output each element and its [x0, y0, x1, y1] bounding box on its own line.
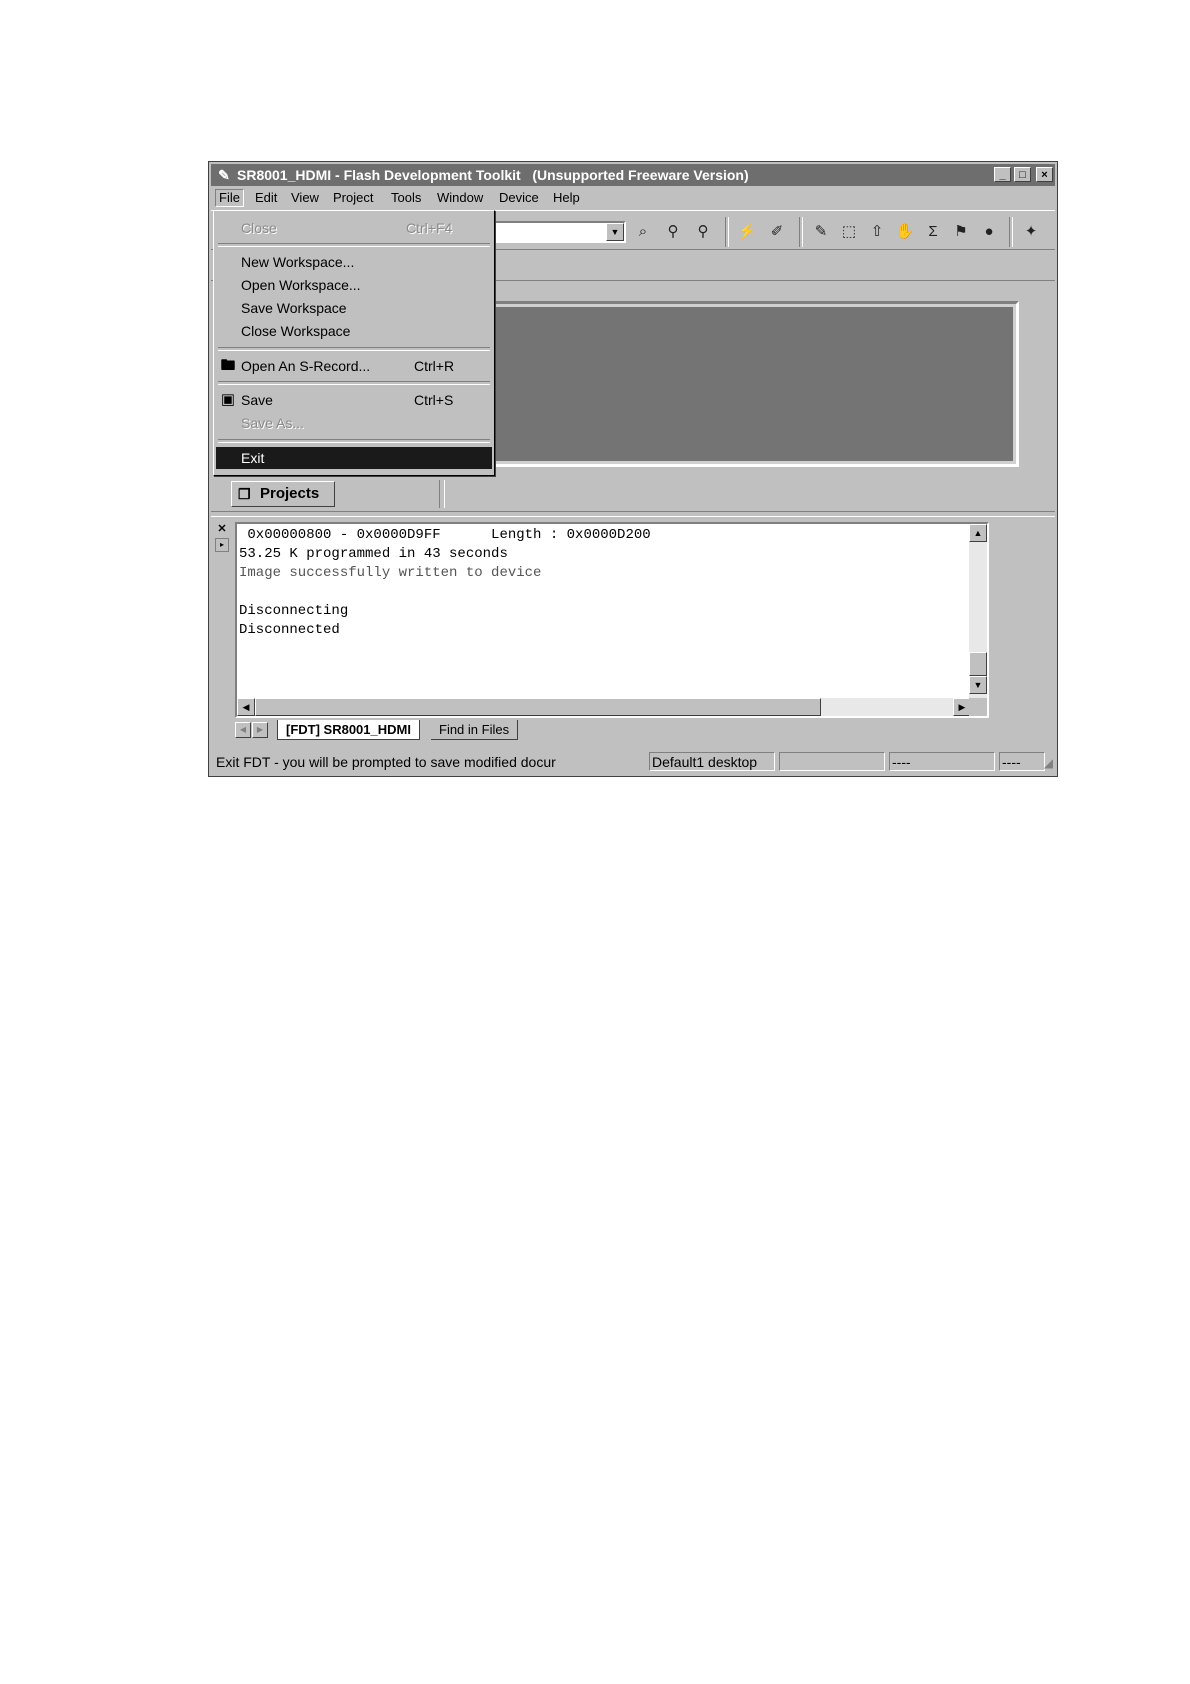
menu-item-open-workspace[interactable]: Open Workspace...: [216, 274, 492, 296]
mdi-background: [447, 307, 1013, 461]
menu-item-exit[interactable]: Exit: [216, 447, 492, 469]
menu-item-label: New Workspace...: [241, 254, 355, 270]
menu-item-label: Close: [241, 220, 277, 236]
menu-file[interactable]: File: [215, 189, 244, 207]
app-icon[interactable]: ✎: [215, 166, 233, 184]
menu-item-label: Save: [241, 392, 273, 408]
menu-window[interactable]: Window: [437, 190, 483, 206]
menu-help[interactable]: Help: [553, 190, 580, 206]
horizontal-scroll-thumb[interactable]: [255, 698, 821, 716]
tab-fdt-sr8001-hdmi[interactable]: [FDT] SR8001_HDMI: [277, 720, 420, 740]
scroll-down-icon[interactable]: ▼: [969, 676, 987, 694]
menu-item-label: Save Workspace: [241, 300, 347, 316]
output-panel: ✕ ▸ 0x00000800 - 0x0000D9FF Length : 0x0…: [211, 522, 1055, 748]
output-line: Image successfully written to device: [239, 565, 542, 581]
tab-scroll-left-icon[interactable]: ◀: [235, 722, 251, 738]
status-desktop: Default1 desktop: [649, 752, 775, 771]
connect-icon[interactable]: ⚡: [735, 221, 759, 243]
menu-item-shortcut: Ctrl+S: [414, 392, 454, 408]
device-combo[interactable]: ▼: [491, 221, 626, 243]
menu-item-label: Exit: [241, 450, 265, 466]
menu-item-close[interactable]: Close Ctrl+F4: [216, 217, 492, 239]
projects-tab[interactable]: ❐ Projects: [231, 481, 335, 507]
floppy-disk-icon: ▣: [220, 391, 236, 408]
projects-icon: ❐: [238, 486, 251, 502]
output-splitter[interactable]: [211, 511, 1055, 517]
window-title: SR8001_HDMI - Flash Development Toolkit …: [237, 167, 749, 183]
mdi-client-area: [441, 301, 1019, 467]
tab-scroll-right-icon[interactable]: ▶: [252, 722, 268, 738]
menu-item-save-as[interactable]: Save As...: [216, 412, 492, 434]
scrollbar-corner: [969, 698, 987, 716]
scroll-left-icon[interactable]: ◀: [237, 698, 255, 716]
menu-item-label: Save As...: [241, 415, 305, 431]
horizontal-scrollbar[interactable]: ◀ ▶: [237, 698, 971, 716]
status-pane-4: ----: [889, 752, 995, 771]
menu-item-close-workspace[interactable]: Close Workspace: [216, 320, 492, 342]
output-line: 0x00000800 - 0x0000D9FF Length : 0x0000D…: [239, 527, 651, 543]
menu-tools[interactable]: Tools: [391, 190, 421, 206]
menu-item-shortcut: Ctrl+F4: [406, 220, 453, 236]
find-previous-icon[interactable]: ⚲: [691, 221, 715, 243]
toolbar-separator: [1009, 217, 1013, 247]
checksum-icon[interactable]: Σ: [921, 221, 945, 243]
file-menu-dropdown: Close Ctrl+F4 New Workspace... Open Work…: [213, 210, 495, 476]
tab-find-in-files[interactable]: Find in Files: [431, 720, 519, 740]
menu-item-label: Open An S-Record...: [241, 358, 371, 374]
upload-icon[interactable]: ⇧: [865, 221, 889, 243]
menu-separator: [218, 347, 490, 351]
menu-bar: File Edit View Project Tools Window Devi…: [211, 188, 1055, 208]
projects-tab-label: Projects: [260, 485, 320, 502]
output-line: 53.25 K programmed in 43 seconds: [239, 546, 508, 562]
wand-icon[interactable]: ✦: [1019, 221, 1043, 243]
resize-grip-icon[interactable]: ◢: [1039, 756, 1053, 770]
status-message: Exit FDT - you will be prompted to save …: [216, 754, 556, 770]
scroll-up-icon[interactable]: ▲: [969, 524, 987, 542]
dock-output-icon[interactable]: ▸: [215, 538, 229, 552]
download-icon[interactable]: ✋: [893, 221, 917, 243]
blank-check-icon[interactable]: ⬚: [837, 221, 861, 243]
find-icon[interactable]: ⌕: [631, 221, 655, 243]
find-next-icon[interactable]: ⚲: [661, 221, 685, 243]
open-srecord-icon: 🖿: [220, 357, 236, 374]
erase-icon[interactable]: ✎: [809, 221, 833, 243]
menu-item-new-workspace[interactable]: New Workspace...: [216, 251, 492, 273]
menu-view[interactable]: View: [291, 190, 319, 206]
vertical-scroll-thumb[interactable]: [969, 652, 987, 676]
output-controls: ✕ ▸: [215, 522, 231, 722]
title-bar[interactable]: ✎ SR8001_HDMI - Flash Development Toolki…: [211, 164, 1055, 186]
toolbar-separator: [725, 217, 729, 247]
toolbar-separator: [799, 217, 803, 247]
go-icon[interactable]: ⚑: [949, 221, 973, 243]
status-pane-3: [779, 752, 885, 771]
output-text[interactable]: 0x00000800 - 0x0000D9FF Length : 0x0000D…: [235, 522, 989, 718]
menu-item-label: Close Workspace: [241, 323, 351, 339]
output-lines: 0x00000800 - 0x0000D9FF Length : 0x0000D…: [239, 526, 651, 640]
output-tabs: ◀ ▶ [FDT] SR8001_HDMI Find in Files: [235, 720, 989, 740]
menu-separator: [218, 439, 490, 443]
close-output-icon[interactable]: ✕: [215, 522, 229, 536]
close-button[interactable]: ×: [1036, 167, 1053, 182]
minimize-button[interactable]: _: [994, 167, 1011, 182]
workspace-splitter[interactable]: [439, 480, 445, 508]
menu-item-shortcut: Ctrl+R: [414, 358, 455, 374]
menu-separator: [218, 381, 490, 385]
menu-device[interactable]: Device: [499, 190, 539, 206]
menu-separator: [218, 243, 490, 247]
menu-item-open-srecord[interactable]: 🖿 Open An S-Record... Ctrl+R: [216, 355, 492, 377]
output-line: Disconnecting: [239, 603, 349, 619]
chevron-down-icon[interactable]: ▼: [606, 223, 624, 241]
maximize-button[interactable]: □: [1014, 167, 1031, 182]
menu-item-save[interactable]: ▣ Save Ctrl+S: [216, 389, 492, 411]
output-line: Disconnected: [239, 622, 340, 638]
stop-icon[interactable]: ●: [977, 221, 1001, 243]
menu-item-label: Open Workspace...: [241, 277, 361, 293]
vertical-scrollbar[interactable]: ▲ ▼: [969, 524, 987, 698]
disconnect-icon[interactable]: ✐: [765, 221, 789, 243]
menu-edit[interactable]: Edit: [255, 190, 277, 206]
menu-item-save-workspace[interactable]: Save Workspace: [216, 297, 492, 319]
menu-project[interactable]: Project: [333, 190, 373, 206]
status-bar: Exit FDT - you will be prompted to save …: [211, 750, 1055, 772]
